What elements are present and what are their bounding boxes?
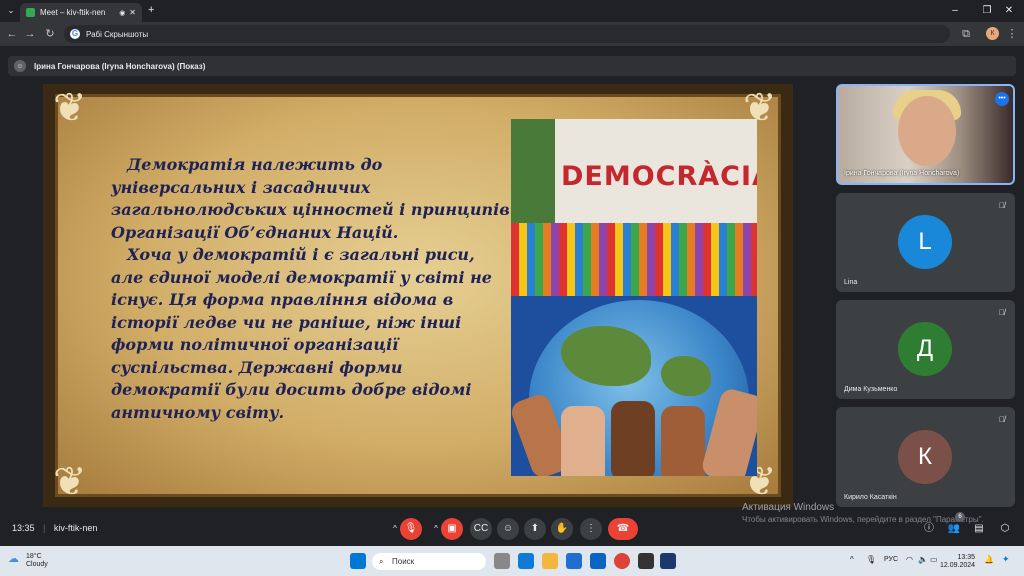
- chrome-icon[interactable]: [614, 553, 630, 569]
- tab-title: Meet – kiv-ftik-nen: [40, 8, 106, 17]
- presentation-slide: ❦ ❦ ❦ ❦ Демократія належить до універсал…: [43, 84, 793, 507]
- chat-icon[interactable]: ▤: [968, 518, 990, 540]
- meeting-code: kiv-ftik-nen: [53, 523, 98, 533]
- hand-graphic: [561, 406, 605, 476]
- minimize-icon[interactable]: –: [940, 3, 970, 19]
- recording-icon: ◉: [119, 9, 126, 17]
- outlook-icon[interactable]: [590, 553, 606, 569]
- address-row: ← → ↻ G Рабі Скрыншоты ⧉ К ⋮: [0, 22, 1024, 46]
- app-icon[interactable]: [638, 553, 654, 569]
- meeting-time-code: 13:35 | kiv-ftik-nen: [12, 523, 98, 533]
- explorer-icon[interactable]: [542, 553, 558, 569]
- people-count-badge: 6: [955, 512, 965, 522]
- weather-condition: Cloudy: [26, 561, 48, 568]
- leave-call-button[interactable]: ☎: [608, 518, 638, 540]
- clock-time: 13:35: [957, 554, 976, 561]
- corner-ornament-icon: ❦: [53, 460, 87, 504]
- participant-avatar: Д: [898, 322, 952, 376]
- close-window-icon[interactable]: ✕: [994, 3, 1024, 19]
- participant-tile-presenter[interactable]: ••• Ірина Гончарова (Iryna Honcharova): [836, 84, 1015, 185]
- tab-close-icon[interactable]: ✕: [129, 8, 136, 17]
- democracy-word: DEMOCRÀCIA: [561, 161, 757, 192]
- participant-tile-lina[interactable]: 🎙̸ L Lina: [836, 193, 1015, 292]
- hand-graphic: [661, 406, 705, 476]
- notification-icon[interactable]: 🔔: [984, 555, 994, 564]
- address-bar[interactable]: G Рабі Скрыншоты: [64, 25, 950, 43]
- tab-bar: ⌄ Meet – kiv-ftik-nen ◉ ✕ + – ❐ ✕: [0, 0, 1024, 22]
- mic-off-icon: 🎙̸: [999, 415, 1005, 424]
- reactions-button[interactable]: ☺: [497, 518, 519, 540]
- participant-tile-dyma[interactable]: 🎙̸ Д Дима Кузьменко: [836, 300, 1015, 399]
- meeting-controls: 13:35 | kiv-ftik-nen ^ 🎙 ^ ▣ CC ☺ ⬆ ✋ ⋮ …: [0, 512, 1024, 546]
- speaking-indicator-icon: •••: [995, 92, 1009, 106]
- tray-mic-icon[interactable]: 🎙: [866, 555, 876, 564]
- activities-icon[interactable]: ⬡: [994, 518, 1016, 540]
- start-icon[interactable]: [350, 553, 366, 569]
- camera-off-button[interactable]: ▣: [441, 518, 463, 540]
- task-view-icon[interactable]: [494, 553, 510, 569]
- mic-off-button[interactable]: 🎙: [400, 518, 422, 540]
- presenter-bar: ☺ Ірина Гончарова (Iryna Honcharova) (По…: [8, 56, 1016, 76]
- app-icon[interactable]: [660, 553, 676, 569]
- mic-off-icon: 🎙̸: [999, 308, 1005, 317]
- present-button[interactable]: ⬆: [524, 518, 546, 540]
- raise-hand-button[interactable]: ✋: [551, 518, 573, 540]
- democracy-image: DEMOCRÀCIA: [511, 119, 757, 296]
- hand-graphic: [611, 401, 655, 476]
- profile-avatar[interactable]: К: [986, 27, 999, 40]
- corner-ornament-icon: ❦: [53, 86, 87, 130]
- participant-avatar: L: [898, 215, 952, 269]
- menu-dots-icon[interactable]: ⋮: [1004, 26, 1020, 42]
- taskbar-search[interactable]: ⌕ Поиск: [372, 553, 486, 570]
- clock-date: 12.09.2024: [940, 562, 976, 569]
- meet-favicon-icon: [26, 8, 35, 17]
- captions-button[interactable]: CC: [470, 518, 492, 540]
- search-icon: ⌕: [379, 557, 384, 566]
- participant-name: Ірина Гончарова (Iryna Honcharova): [844, 170, 960, 177]
- back-icon[interactable]: ←: [4, 26, 20, 42]
- battery-icon[interactable]: ▭: [930, 555, 938, 564]
- slide-paragraph: Хоча у демократій і є загальні риси, але…: [111, 245, 492, 422]
- participant-name: Дима Кузьменко: [844, 386, 898, 393]
- participant-avatar: К: [898, 430, 952, 484]
- presenter-avatar: ☺: [14, 60, 26, 72]
- volume-icon[interactable]: 🔈: [918, 555, 928, 564]
- tab-search-icon[interactable]: ⌄: [4, 4, 18, 18]
- raised-hands-graphic: [511, 223, 757, 296]
- participant-name: Кирило Касаткін: [844, 494, 897, 501]
- language-indicator[interactable]: РУС: [884, 556, 898, 563]
- mic-off-icon: 🎙̸: [999, 201, 1005, 210]
- presenter-face: [898, 96, 956, 166]
- edge-icon[interactable]: [518, 553, 534, 569]
- weather-widget[interactable]: ☁ 18°C Cloudy: [8, 553, 48, 569]
- google-icon: G: [70, 29, 80, 39]
- slide-paragraph: Демократія належить до універсальних і з…: [111, 155, 510, 242]
- taskbar-clock[interactable]: 13:35 12.09.2024: [940, 554, 975, 570]
- reload-icon[interactable]: ↻: [42, 26, 58, 42]
- globe-image: [511, 296, 757, 476]
- weather-temp: 18°C: [26, 553, 42, 560]
- browser-tab[interactable]: Meet – kiv-ftik-nen ◉ ✕: [20, 3, 142, 22]
- copilot-icon[interactable]: ✦: [1002, 554, 1010, 565]
- tray-chevron-icon[interactable]: ^: [850, 555, 854, 564]
- cloud-icon: ☁: [8, 553, 19, 565]
- forward-icon[interactable]: →: [22, 26, 38, 42]
- wifi-icon[interactable]: ◠: [906, 555, 913, 564]
- slide-text: Демократія належить до універсальних і з…: [111, 154, 511, 424]
- ivy-decoration: [511, 119, 555, 239]
- participant-tile-kyrylo[interactable]: 🎙̸ К Кирило Касаткін: [836, 407, 1015, 507]
- store-icon[interactable]: [566, 553, 582, 569]
- meeting-info-icon[interactable]: ⓘ: [918, 518, 940, 540]
- address-text: Рабі Скрыншоты: [86, 29, 149, 39]
- more-options-button[interactable]: ⋮: [580, 518, 602, 540]
- extensions-icon[interactable]: ⧉: [958, 26, 974, 42]
- new-tab-icon[interactable]: +: [148, 4, 154, 16]
- meeting-time: 13:35: [12, 523, 35, 533]
- search-placeholder: Поиск: [392, 557, 415, 566]
- participant-name: Lina: [844, 279, 858, 286]
- windows-taskbar: ☁ 18°C Cloudy ⌕ Поиск ^ 🎙 РУС ◠ 🔈 ▭ 13:3…: [0, 546, 1024, 576]
- presenter-label: Ірина Гончарова (Iryna Honcharova) (Пока…: [34, 61, 206, 71]
